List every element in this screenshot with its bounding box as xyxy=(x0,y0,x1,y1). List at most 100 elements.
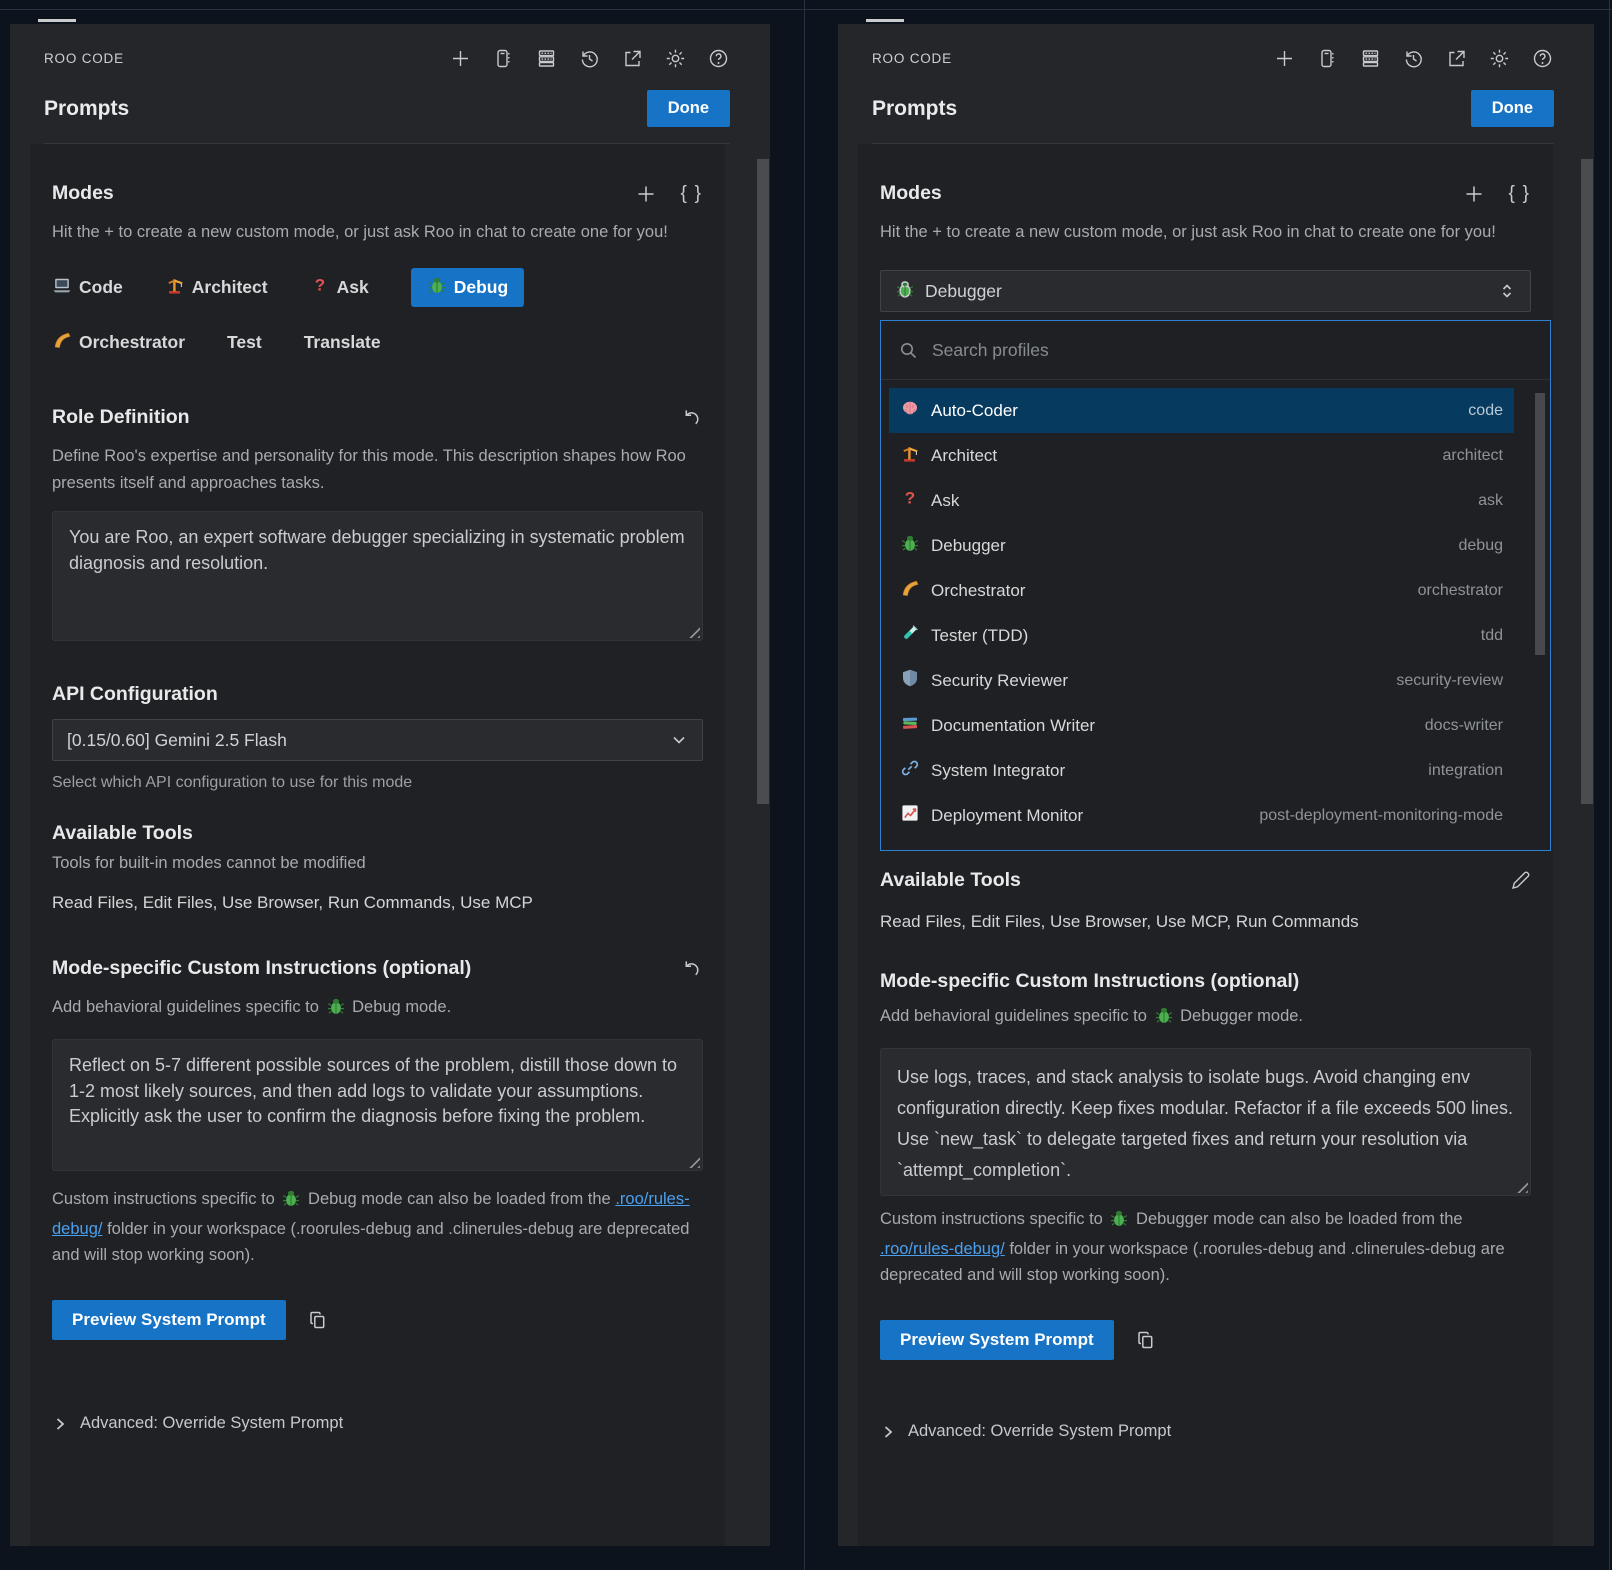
profile-list-item[interactable]: ? Ask ask xyxy=(889,478,1514,523)
preview-system-prompt-button[interactable]: Preview System Prompt xyxy=(52,1300,286,1340)
plus-icon[interactable] xyxy=(449,47,472,70)
profile-list-item[interactable]: Deployment Monitor post-deployment-monit… xyxy=(889,793,1514,838)
profile-search-input[interactable] xyxy=(930,339,1532,362)
edit-config-json-icon[interactable]: { } xyxy=(681,183,704,205)
profile-list-item[interactable]: Architect architect xyxy=(889,433,1514,478)
books-icon xyxy=(900,713,920,738)
window-right-border xyxy=(1609,0,1610,1570)
mode-select-value: Debugger xyxy=(925,281,1002,302)
add-mode-icon[interactable] xyxy=(635,183,657,205)
roo-code-pane-left: ROO CODE Prompts Done Modes { } xyxy=(10,24,770,1546)
bug-icon xyxy=(900,533,920,558)
mode-chip[interactable]: Debug xyxy=(411,268,524,307)
mode-chip[interactable]: Code xyxy=(52,268,123,307)
bug-icon xyxy=(281,1188,301,1216)
bug-icon xyxy=(1154,1005,1174,1034)
mode-chip[interactable]: Architect xyxy=(165,268,268,307)
custom-instructions-textarea[interactable]: Use logs, traces, and stack analysis to … xyxy=(880,1048,1531,1196)
profile-list-item[interactable]: Auto-Coder code xyxy=(889,388,1514,433)
editor-group-divider xyxy=(804,0,805,1570)
prompts-content: Modes { } Hit the + to create a new cust… xyxy=(30,144,725,1546)
page-title: Prompts xyxy=(872,97,957,121)
gear-icon[interactable] xyxy=(664,47,687,70)
custom-instructions-description: Add behavioral guidelines specific to De… xyxy=(52,994,703,1025)
custom-instructions-title: Mode-specific Custom Instructions (optio… xyxy=(880,970,1531,993)
toolbar xyxy=(449,47,730,70)
advanced-override-toggle[interactable]: Advanced: Override System Prompt xyxy=(52,1414,703,1433)
profile-list-item[interactable]: Orchestrator orchestrator xyxy=(889,568,1514,613)
active-tab-indicator xyxy=(38,19,76,22)
toolbar xyxy=(1273,47,1554,70)
crane-icon xyxy=(900,443,920,468)
profile-search-row xyxy=(881,321,1550,380)
history-icon[interactable] xyxy=(578,47,601,70)
scrollbar-thumb[interactable] xyxy=(757,159,769,804)
question-icon: ? xyxy=(310,275,330,300)
available-tools-title: Available Tools xyxy=(52,822,703,845)
custom-instructions-footnote: Custom instructions specific to Debug mo… xyxy=(52,1186,703,1268)
modes-title: Modes xyxy=(52,182,114,205)
plus-icon[interactable] xyxy=(1273,47,1296,70)
mode-chip[interactable]: ? Ask xyxy=(310,268,369,307)
mode-chip[interactable]: Test xyxy=(227,325,262,360)
role-definition-title: Role Definition xyxy=(52,406,190,429)
custom-instructions-footnote: Custom instructions specific to Debugger… xyxy=(880,1206,1531,1288)
profile-list-item[interactable]: Security Reviewer security-review xyxy=(889,658,1514,703)
list-scrollbar-thumb[interactable] xyxy=(1535,393,1545,655)
mode-chip-list: Code Architect ? Ask Debug Orchestrator … xyxy=(52,268,672,362)
server-icon[interactable] xyxy=(1359,47,1382,70)
bug-icon xyxy=(895,279,915,304)
mode-chip[interactable]: Orchestrator xyxy=(52,323,185,362)
history-icon[interactable] xyxy=(1402,47,1425,70)
open-external-icon[interactable] xyxy=(621,47,644,70)
done-button[interactable]: Done xyxy=(1471,90,1554,127)
custom-instructions-title: Mode-specific Custom Instructions (optio… xyxy=(52,957,471,980)
revert-icon[interactable] xyxy=(681,958,703,980)
profile-list-item[interactable]: Debugger debug xyxy=(889,523,1514,568)
bug-icon xyxy=(326,996,346,1025)
profile-list-item[interactable]: Tester (TDD) tdd xyxy=(889,613,1514,658)
gear-icon[interactable] xyxy=(1488,47,1511,70)
add-mode-icon[interactable] xyxy=(1463,183,1485,205)
laptop-icon xyxy=(52,275,72,300)
scrollbar-thumb[interactable] xyxy=(1581,159,1593,804)
question-icon: ? xyxy=(900,488,920,513)
copy-button[interactable] xyxy=(1136,1329,1158,1351)
help-icon[interactable] xyxy=(1531,47,1554,70)
preview-system-prompt-button[interactable]: Preview System Prompt xyxy=(880,1320,1114,1360)
mode-select[interactable]: Debugger xyxy=(880,270,1531,312)
pencil-icon[interactable] xyxy=(1509,870,1531,892)
modes-hint: Hit the + to create a new custom mode, o… xyxy=(880,219,1531,246)
mode-chip[interactable]: Translate xyxy=(304,325,381,360)
help-icon[interactable] xyxy=(707,47,730,70)
crane-icon xyxy=(165,275,185,300)
advanced-override-label: Advanced: Override System Prompt xyxy=(80,1414,343,1433)
profile-list-item[interactable]: System Integrator integration xyxy=(889,748,1514,793)
done-button[interactable]: Done xyxy=(647,90,730,127)
notepad-icon[interactable] xyxy=(1316,47,1339,70)
profile-list-item[interactable]: Documentation Writer docs-writer xyxy=(889,703,1514,748)
chevron-right-icon xyxy=(880,1424,896,1440)
custom-instructions-textarea[interactable]: Reflect on 5-7 different possible source… xyxy=(52,1039,703,1171)
boomerang-icon xyxy=(52,330,72,355)
brain-icon xyxy=(900,398,920,423)
bug-icon xyxy=(427,275,447,300)
copy-button[interactable] xyxy=(308,1309,330,1331)
custom-instructions-description: Add behavioral guidelines specific to De… xyxy=(880,1003,1531,1034)
open-external-icon[interactable] xyxy=(1445,47,1468,70)
profile-dropdown: Auto-Coder code Architect architect ? As… xyxy=(880,320,1551,851)
revert-icon[interactable] xyxy=(681,407,703,429)
api-configuration-select[interactable]: [0.15/0.60] Gemini 2.5 Flash xyxy=(52,719,703,761)
api-configuration-hint: Select which API configuration to use fo… xyxy=(52,774,703,792)
edit-config-json-icon[interactable]: { } xyxy=(1509,183,1532,205)
notepad-icon[interactable] xyxy=(492,47,515,70)
updown-chevrons-icon xyxy=(1498,282,1516,300)
pane-header: ROO CODE Prompts Done xyxy=(838,24,1594,144)
advanced-override-toggle[interactable]: Advanced: Override System Prompt xyxy=(880,1422,1531,1441)
app-title: ROO CODE xyxy=(872,51,952,66)
server-icon[interactable] xyxy=(535,47,558,70)
available-tools-list: Read Files, Edit Files, Use Browser, Use… xyxy=(880,912,1531,932)
role-definition-description: Define Roo's expertise and personality f… xyxy=(52,443,703,497)
rules-folder-link[interactable]: .roo/rules-debug/ xyxy=(880,1240,1005,1258)
role-definition-textarea[interactable]: You are Roo, an expert software debugger… xyxy=(52,511,703,641)
